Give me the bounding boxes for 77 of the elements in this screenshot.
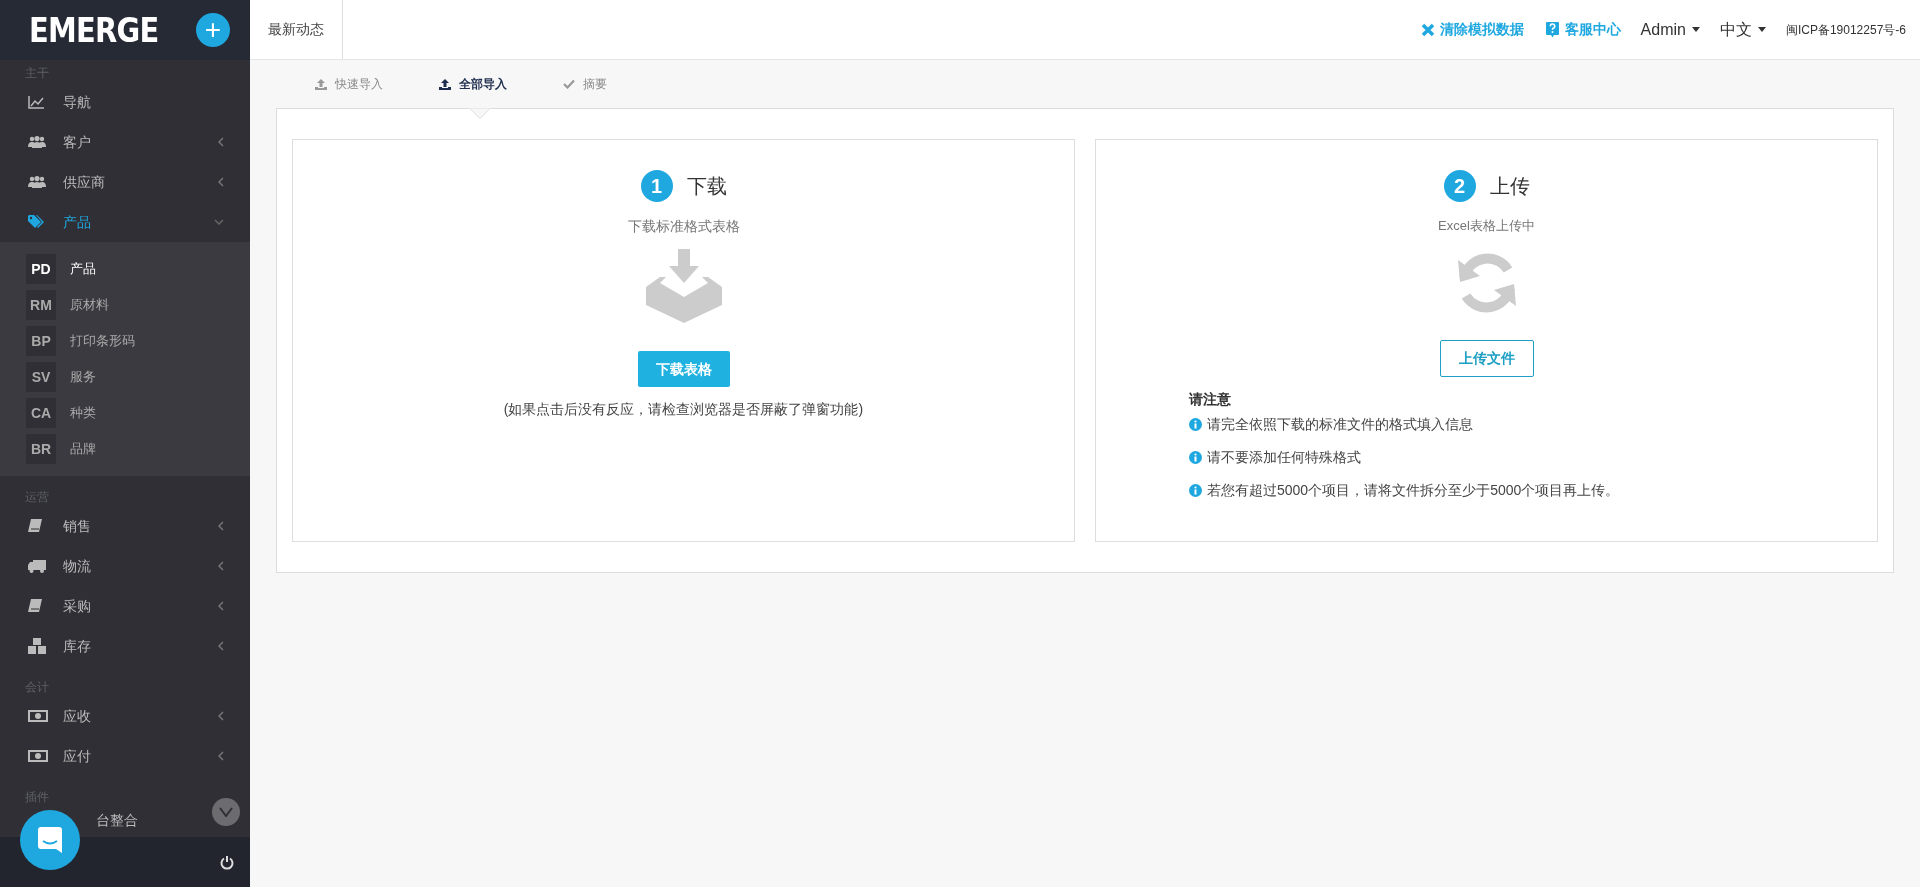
- help-icon: [1544, 21, 1560, 38]
- chevron-left-icon: [218, 711, 224, 721]
- language-dropdown[interactable]: 中文: [1719, 17, 1766, 42]
- chevron-left-icon: [218, 137, 224, 147]
- nav-item[interactable]: 客户: [0, 122, 250, 162]
- notes-title: 请注意: [1189, 389, 1232, 409]
- user-dropdown[interactable]: Admin: [1640, 17, 1700, 42]
- chevron-left-icon: [218, 641, 224, 651]
- step-number: 1: [640, 170, 673, 202]
- info-icon: [1189, 483, 1202, 497]
- nav-item[interactable]: 应收: [0, 696, 250, 736]
- scroll-down-button[interactable]: [212, 798, 240, 826]
- tab[interactable]: 快速导入: [315, 75, 383, 93]
- book-icon: [28, 519, 42, 533]
- cubes-icon: [28, 638, 46, 654]
- note-text: 若您有超过5000个项目，请将文件拆分至少于5000个项目再上传。: [1207, 480, 1620, 500]
- abbreviation-badge: BR: [26, 434, 56, 464]
- caret-icon: [1757, 27, 1766, 32]
- chevron-down-icon: [219, 807, 233, 817]
- close-icon: [1420, 22, 1435, 37]
- submenu-item[interactable]: BP 打印条形码: [0, 326, 250, 356]
- submenu-item[interactable]: CA 种类: [0, 398, 250, 428]
- submenu-item[interactable]: SV 服务: [0, 362, 250, 392]
- upload-icon: [315, 78, 327, 90]
- nav-item[interactable]: 台整合: [0, 806, 250, 835]
- check-icon: [563, 79, 575, 89]
- nav-item[interactable]: 物流: [0, 546, 250, 586]
- money-icon: [28, 750, 48, 762]
- nav-item[interactable]: 导航: [0, 82, 250, 122]
- card-subtitle: Excel表格上传中: [1438, 217, 1535, 235]
- abbreviation-badge: BP: [26, 326, 56, 356]
- chat-button[interactable]: [20, 810, 80, 870]
- card-title: 上传: [1489, 174, 1530, 199]
- tab[interactable]: 全部导入: [439, 75, 507, 93]
- note-text: 请不要添加任何特殊格式: [1207, 447, 1361, 467]
- book-icon: [28, 599, 42, 613]
- chevron-left-icon: [218, 601, 224, 611]
- page-title: 最新动态: [268, 20, 324, 39]
- nav-item[interactable]: 产品: [0, 202, 250, 242]
- nav-item[interactable]: 采购: [0, 586, 250, 626]
- submenu-item[interactable]: PD 产品: [0, 254, 250, 284]
- nav-item[interactable]: 库存: [0, 626, 250, 666]
- info-icon: [1189, 450, 1202, 464]
- icp-text: 闽ICP备19012257号-6: [1785, 21, 1906, 39]
- upload-icon: [439, 78, 451, 90]
- users-icon: [28, 136, 46, 148]
- abbreviation-badge: SV: [26, 362, 56, 392]
- card-subtitle: 下载标准格式表格: [627, 217, 740, 236]
- logo: EMERGE: [29, 13, 159, 47]
- nav-item[interactable]: 销售: [0, 506, 250, 546]
- abbreviation-badge: RM: [26, 290, 56, 320]
- submenu-item[interactable]: RM 原材料: [0, 290, 250, 320]
- abbreviation-badge: CA: [26, 398, 56, 428]
- chevron-down-icon: [214, 219, 224, 225]
- abbreviation-badge: PD: [26, 254, 56, 284]
- tab[interactable]: 摘要: [563, 75, 607, 93]
- users-icon: [28, 176, 46, 188]
- hint-text: (如果点击后没有反应，请检查浏览器是否屏蔽了弹窗功能): [503, 400, 864, 419]
- chevron-left-icon: [218, 177, 224, 187]
- chevron-left-icon: [218, 751, 224, 761]
- caret-icon: [1691, 27, 1700, 32]
- submenu-item[interactable]: BR 品牌: [0, 434, 250, 464]
- power-icon[interactable]: [220, 854, 234, 870]
- nav-item[interactable]: 供应商: [0, 162, 250, 202]
- nav-item[interactable]: 应付: [0, 736, 250, 776]
- step-number: 2: [1443, 170, 1476, 202]
- money-icon: [28, 710, 48, 722]
- truck-icon: [28, 559, 46, 573]
- chevron-left-icon: [218, 521, 224, 531]
- chart-icon: [28, 95, 44, 109]
- note-text: 请完全依照下载的标准文件的格式填入信息: [1207, 414, 1473, 434]
- chat-icon: [35, 825, 65, 855]
- tag-icon: [28, 215, 46, 229]
- info-icon: [1189, 417, 1202, 431]
- card-title: 下载: [686, 174, 727, 199]
- download-icon: [645, 249, 722, 323]
- chevron-left-icon: [218, 561, 224, 571]
